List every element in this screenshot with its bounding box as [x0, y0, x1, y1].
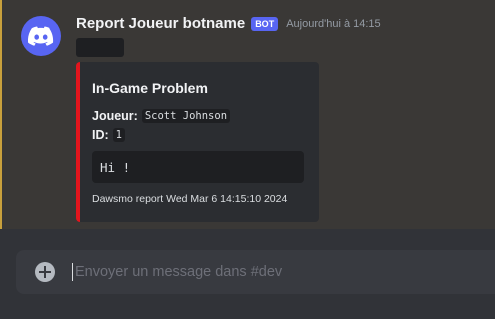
- avatar[interactable]: [21, 16, 61, 56]
- message-timestamp[interactable]: Aujourd'hui à 14:15: [286, 18, 380, 30]
- field-value: 1: [112, 128, 125, 142]
- message[interactable]: Report Joueur botname BOT Aujourd'hui à …: [0, 0, 495, 229]
- plus-circle-icon: [39, 266, 51, 278]
- spoiler-content[interactable]: [76, 38, 124, 57]
- embed-title: In-Game Problem: [92, 80, 208, 96]
- message-input[interactable]: [72, 263, 482, 281]
- field-value: Scott Johnson: [141, 109, 231, 123]
- embed-field-id: ID: 1: [92, 128, 125, 142]
- message-composer: [16, 250, 495, 294]
- embed-field-player: Joueur: Scott Johnson: [92, 109, 231, 123]
- discord-logo-icon: [28, 26, 54, 46]
- embed: In-Game Problem Joueur: Scott Johnson ID…: [76, 62, 319, 222]
- message-header: Report Joueur botname BOT Aujourd'hui à …: [76, 15, 381, 32]
- field-label: ID:: [92, 128, 109, 142]
- add-attachment-button[interactable]: [35, 262, 55, 282]
- embed-footer: Dawsmo report Wed Mar 6 14:15:10 2024: [92, 193, 288, 205]
- chat-view: Report Joueur botname BOT Aujourd'hui à …: [0, 0, 495, 319]
- username[interactable]: Report Joueur botname: [76, 15, 245, 32]
- code-block: Hi !: [92, 151, 304, 183]
- field-label: Joueur:: [92, 109, 138, 123]
- bot-badge: BOT: [251, 16, 279, 31]
